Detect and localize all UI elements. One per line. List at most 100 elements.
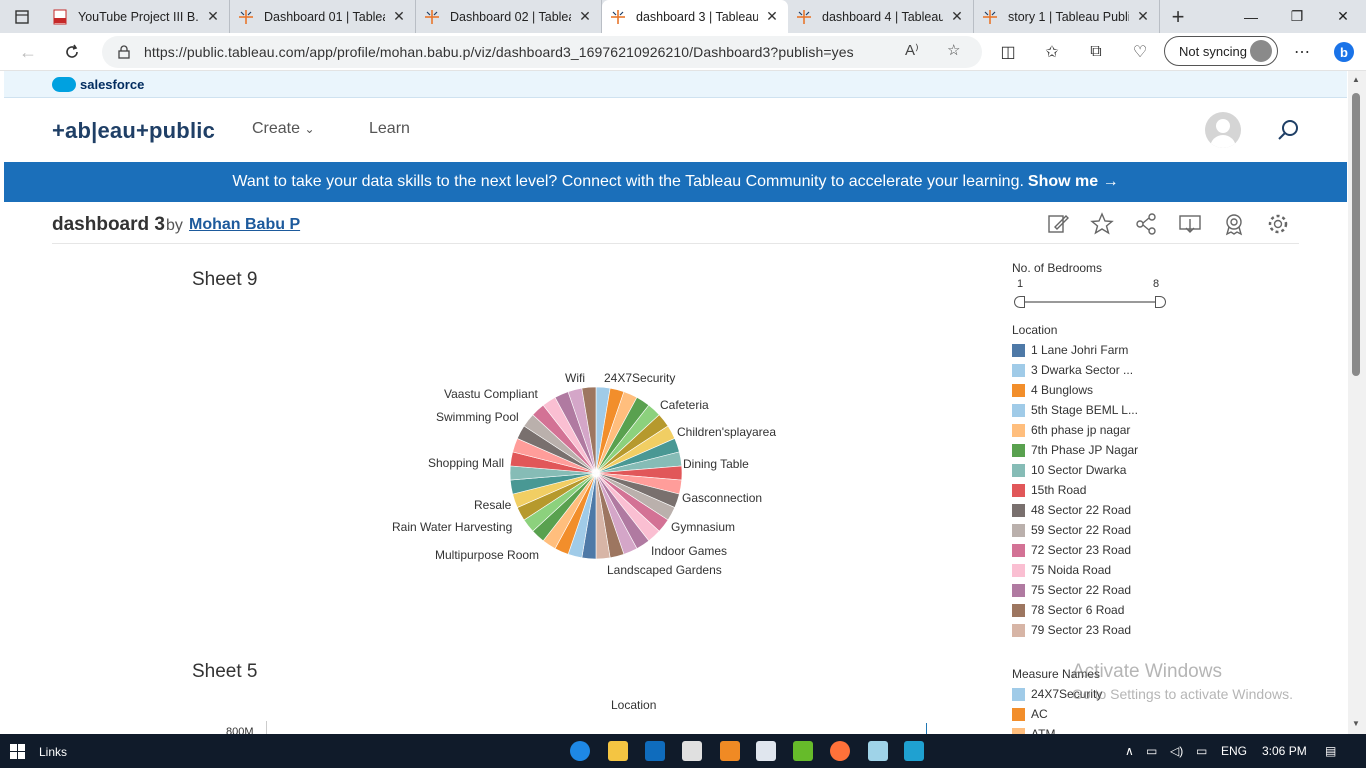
legend-swatch [1012, 503, 1025, 517]
tab-close-icon[interactable]: ✕ [577, 8, 593, 25]
notepad-icon[interactable] [868, 741, 888, 761]
location-legend-item[interactable]: 79 Sector 23 Road [1012, 620, 1182, 640]
bedrooms-min: 1 [1017, 278, 1024, 290]
close-window-button[interactable]: ✕ [1320, 0, 1366, 33]
user-avatar[interactable] [1205, 112, 1241, 148]
browser-tab[interactable]: dashboard 3 | Tableau ✕ [602, 0, 788, 33]
browser-tab[interactable]: Dashboard 01 | Tableau ✕ [230, 0, 416, 33]
metrics-badge-icon[interactable] [1222, 212, 1246, 236]
more-menu-icon[interactable]: ⋯ [1286, 36, 1318, 68]
copilot-icon[interactable]: b [1328, 36, 1360, 68]
clock[interactable]: 3:06 PM [1262, 744, 1307, 758]
location-legend-item[interactable]: 1 Lane Johri Farm [1012, 340, 1182, 360]
read-aloud-icon[interactable]: A⁾ [905, 41, 919, 59]
notifications-icon[interactable]: ▤ [1325, 744, 1336, 758]
network-icon[interactable]: ▭ [1196, 744, 1207, 758]
browser-tab[interactable]: Dashboard 02 | Tableau ✕ [416, 0, 602, 33]
back-button[interactable]: ← [10, 36, 46, 68]
share-icon[interactable] [1134, 212, 1158, 236]
tableau-public-logo[interactable]: +ab|eau+public [52, 118, 215, 144]
language-indicator[interactable]: ENG [1221, 744, 1247, 758]
scroll-up-icon[interactable]: ▲ [1352, 75, 1360, 84]
location-legend-item[interactable]: 75 Sector 22 Road [1012, 580, 1182, 600]
minimize-button[interactable]: — [1228, 0, 1274, 33]
refresh-button[interactable] [54, 36, 90, 68]
scroll-down-icon[interactable]: ▼ [1352, 719, 1360, 728]
legend-label: 59 Sector 22 Road [1031, 523, 1132, 537]
volume-icon[interactable]: ◁) [1170, 744, 1183, 758]
tableau-app-icon[interactable] [904, 741, 924, 761]
tab-close-icon[interactable]: ✕ [391, 8, 407, 25]
split-screen-icon[interactable]: ◫ [992, 36, 1024, 68]
location-legend-item[interactable]: 59 Sector 22 Road [1012, 520, 1182, 540]
slider-handle-min[interactable] [1014, 296, 1025, 308]
learn-link[interactable]: Learn [369, 120, 410, 138]
favorites-icon[interactable]: ✩ [1036, 36, 1068, 68]
show-me-link[interactable]: Show me → [1028, 173, 1119, 191]
page-scrollbar[interactable]: ▲ ▼ [1348, 71, 1366, 734]
scroll-thumb[interactable] [1352, 93, 1360, 376]
salesforce-cloud-icon [52, 76, 76, 92]
slider-handle-max[interactable] [1155, 296, 1166, 308]
location-legend-item[interactable]: 75 Noida Road [1012, 560, 1182, 580]
author-link[interactable]: Mohan Babu P [189, 216, 300, 234]
browser-tab[interactable]: story 1 | Tableau Public ✕ [974, 0, 1160, 33]
text-app-icon[interactable] [793, 741, 813, 761]
tab-close-icon[interactable]: ✕ [949, 8, 965, 25]
battery-icon[interactable]: ▭ [1146, 744, 1157, 758]
measure-legend-item[interactable]: AC [1012, 704, 1182, 724]
tab-label: dashboard 3 | Tableau [636, 9, 758, 24]
maximize-button[interactable]: ❐ [1274, 0, 1320, 33]
location-legend[interactable]: 1 Lane Johri Farm 3 Dwarka Sector ... 4 Bu… [1012, 340, 1182, 662]
bedrooms-slider[interactable]: 1 8 [1012, 275, 1182, 315]
edge-app-icon[interactable] [570, 741, 590, 761]
search-icon[interactable] [1276, 118, 1300, 147]
file-explorer-icon[interactable] [608, 741, 628, 761]
browser-essentials-icon[interactable]: ♡ [1124, 36, 1156, 68]
remote-app-icon[interactable] [756, 741, 776, 761]
location-legend-item[interactable]: 4 Bunglows [1012, 380, 1182, 400]
favorite-icon[interactable] [1090, 212, 1114, 236]
tab-close-icon[interactable]: ✕ [764, 8, 780, 25]
settings-gear-icon[interactable] [1266, 212, 1290, 236]
browser-tab[interactable]: YouTube Project III B.S. ✕ [44, 0, 230, 33]
salesforce-label: salesforce [80, 76, 145, 92]
favorite-star-icon[interactable]: ☆ [947, 41, 960, 59]
location-legend-item[interactable]: 15th Road [1012, 480, 1182, 500]
tab-close-icon[interactable]: ✕ [205, 8, 221, 25]
browser-tab[interactable]: dashboard 4 | Tableau ✕ [788, 0, 974, 33]
location-legend-item[interactable]: 72 Sector 23 Road [1012, 540, 1182, 560]
location-legend-item[interactable]: 78 Sector 6 Road [1012, 600, 1182, 620]
legend-label: 3 Dwarka Sector ... [1031, 363, 1134, 377]
mail-app-icon[interactable] [645, 741, 665, 761]
refresh-icon [66, 44, 78, 58]
location-legend-item[interactable]: 6th phase jp nagar [1012, 420, 1182, 440]
legend-label: 10 Sector Dwarka [1031, 463, 1127, 477]
vlc-icon[interactable] [720, 741, 740, 761]
tab-label: dashboard 4 | Tableau [822, 9, 943, 24]
download-icon[interactable] [1178, 212, 1202, 236]
create-menu[interactable]: Create ⌄ [252, 120, 315, 138]
address-bar[interactable]: https://public.tableau.com/app/profile/m… [102, 36, 982, 68]
links-toolbar[interactable]: Links [39, 745, 67, 759]
new-tab-button[interactable]: + [1160, 4, 1196, 30]
location-legend-item[interactable]: 48 Sector 22 Road [1012, 500, 1182, 520]
location-legend-item[interactable]: 3 Dwarka Sector ... [1012, 360, 1182, 380]
tab-actions-button[interactable] [0, 0, 44, 33]
collections-icon[interactable]: ⧉ [1080, 36, 1112, 68]
firefox-icon[interactable] [830, 741, 850, 761]
location-legend-item[interactable]: 7th Phase JP Nagar [1012, 440, 1182, 460]
location-legend-item[interactable]: 5th Stage BEML L... [1012, 400, 1182, 420]
svg-text:b: b [1340, 45, 1348, 60]
media-app-icon[interactable] [682, 741, 702, 761]
tab-close-icon[interactable]: ✕ [1135, 8, 1151, 25]
edit-icon[interactable] [1046, 212, 1070, 236]
show-hidden-icons[interactable]: ∧ [1125, 744, 1134, 758]
bedrooms-max: 8 [1153, 278, 1160, 290]
sync-profile-button[interactable]: Not syncing [1164, 36, 1278, 66]
location-legend-item[interactable]: 10 Sector Dwarka [1012, 460, 1182, 480]
windows-start-icon[interactable] [10, 744, 25, 759]
legend-swatch [1012, 403, 1025, 417]
measure-legend-item[interactable]: ATM [1012, 724, 1182, 734]
pie-label: Rain Water Harvesting [392, 520, 513, 534]
